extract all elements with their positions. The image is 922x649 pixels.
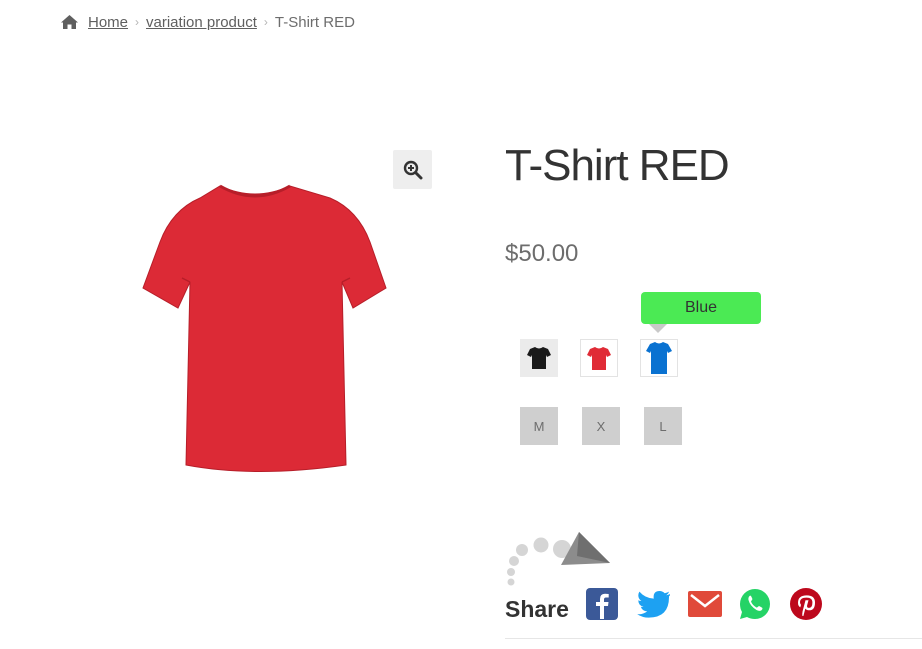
breadcrumb-current: T-Shirt RED — [274, 13, 355, 31]
product-image[interactable] — [120, 180, 390, 475]
tshirt-icon — [646, 342, 672, 374]
color-swatches — [520, 339, 678, 377]
product-title: T-Shirt RED — [505, 141, 730, 190]
swatch-black[interactable] — [520, 339, 558, 377]
product-summary: T-Shirt RED $50.00 Blue M X L Share — [505, 140, 922, 622]
swatch-tooltip: Blue — [641, 292, 761, 333]
tshirt-icon — [527, 347, 551, 369]
size-swatches: M X L — [520, 407, 682, 445]
breadcrumb-category-link[interactable]: variation product — [146, 14, 257, 31]
size-option-m[interactable]: M — [520, 407, 558, 445]
whatsapp-icon[interactable] — [738, 587, 772, 621]
divider — [505, 638, 922, 639]
product-gallery — [100, 150, 435, 490]
breadcrumb-separator-icon: › — [135, 15, 140, 29]
breadcrumb: Home › variation product › T-Shirt RED — [60, 11, 355, 33]
zoom-in-icon — [403, 160, 422, 179]
home-icon — [60, 14, 79, 30]
facebook-icon[interactable] — [585, 587, 619, 621]
twitter-icon[interactable] — [636, 587, 671, 621]
share-label: Share — [505, 596, 569, 622]
breadcrumb-home-link[interactable]: Home — [88, 14, 128, 31]
size-option-l[interactable]: L — [644, 407, 682, 445]
tshirt-icon — [587, 347, 611, 370]
swatch-red[interactable] — [580, 339, 618, 377]
product-price: $50.00 — [505, 240, 579, 267]
share-graphic-icon — [507, 532, 610, 586]
swatch-blue[interactable] — [640, 339, 678, 377]
email-icon[interactable] — [687, 587, 722, 621]
breadcrumb-separator-icon: › — [263, 15, 268, 29]
pinterest-icon[interactable] — [789, 587, 823, 621]
zoom-button[interactable] — [393, 150, 432, 189]
share-icons — [585, 587, 823, 621]
size-option-x[interactable]: X — [582, 407, 620, 445]
